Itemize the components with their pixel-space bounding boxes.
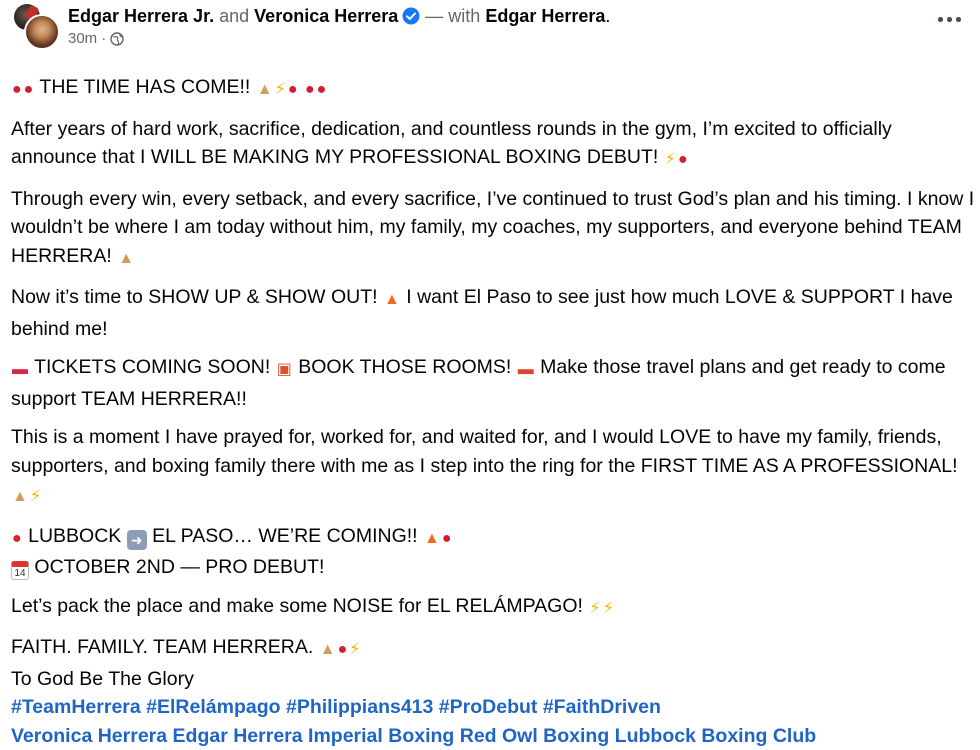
paragraph-route: ● LUBBOCK ➜ EL PASO… WE’RE COMING!! ▲● xyxy=(11,522,976,554)
boxing-glove-icon: ● xyxy=(24,76,34,105)
location-pin-icon: ● xyxy=(12,525,22,554)
tickets-text: TICKETS COMING SOON! xyxy=(34,356,270,378)
motto-text: FAITH. FAMILY. TEAM HERRERA. xyxy=(11,636,313,658)
glory-text: To God Be The Glory xyxy=(11,668,194,690)
tagged-suffix: . xyxy=(605,6,610,26)
praying-hands-icon: ▲ xyxy=(118,245,134,274)
ticket-icon: ▬ xyxy=(12,356,28,385)
paragraph-debut-announcement: After years of hard work, sacrifice, ded… xyxy=(11,115,976,175)
lightning-icon: ⚡ xyxy=(665,146,676,175)
lightning-icon: ⚡ xyxy=(603,595,614,624)
paragraph-date: 14 OCTOBER 2ND — PRO DEBUT! xyxy=(11,553,976,582)
mention-link[interactable]: Lubbock Boxing Club xyxy=(615,725,816,747)
el-paso-coming-text: EL PASO… WE’RE COMING!! xyxy=(152,525,417,547)
paragraph-announcement-title: ●● THE TIME HAS COME!! ▲⚡● ●● xyxy=(11,73,976,105)
lightning-icon: ⚡ xyxy=(589,595,600,624)
tagged-person-link[interactable]: Edgar Herrera xyxy=(485,6,605,26)
boxing-glove-icon: ● xyxy=(317,76,327,105)
more-options-icon[interactable] xyxy=(938,14,964,24)
hashtag-link[interactable]: #ElRelámpago xyxy=(146,696,280,718)
avatar-stack[interactable] xyxy=(14,4,58,50)
mention-link[interactable]: Veronica Herrera xyxy=(11,725,167,747)
boxing-glove-icon: ● xyxy=(442,525,452,554)
post-header: Edgar Herrera Jr. and Veronica Herrera —… xyxy=(68,3,920,49)
boxing-glove-icon: ● xyxy=(305,76,315,105)
praying-hands-icon: ▲ xyxy=(12,483,28,512)
lubbock-text: LUBBOCK xyxy=(28,525,121,547)
mention-line: Veronica Herrera Edgar Herrera Imperial … xyxy=(11,722,976,750)
boxing-glove-icon: ● xyxy=(12,76,22,105)
paragraph-noise: Let’s pack the place and make some NOISE… xyxy=(11,592,976,624)
post-timestamp[interactable]: 30m xyxy=(68,29,97,49)
praying-hands-icon: ▲ xyxy=(257,76,273,105)
with-text: — with xyxy=(425,6,480,26)
calendar-icon: 14 xyxy=(11,561,29,580)
verified-badge-icon xyxy=(402,7,420,25)
boxing-glove-icon: ● xyxy=(288,76,298,105)
announcement-title-text: THE TIME HAS COME!! xyxy=(39,76,250,98)
author-primary-link[interactable]: Edgar Herrera Jr. xyxy=(68,6,214,26)
rooms-text: BOOK THOSE ROOMS! xyxy=(298,356,511,378)
paragraph-faith: Through every win, every setback, and ev… xyxy=(11,185,976,274)
lightning-icon: ⚡ xyxy=(275,76,286,105)
paragraph-show-up: Now it’s time to SHOW UP & SHOW OUT! ▲ I… xyxy=(11,283,976,343)
show-up-text: Now it’s time to SHOW UP & SHOW OUT! xyxy=(11,286,378,308)
paragraph-tickets: ▬ TICKETS COMING SOON! ▣ BOOK THOSE ROOM… xyxy=(11,353,976,413)
boxing-glove-icon: ● xyxy=(338,636,348,665)
lightning-icon: ⚡ xyxy=(30,483,41,512)
hotel-icon: ▣ xyxy=(277,356,292,385)
globe-icon[interactable] xyxy=(110,32,124,46)
praying-hands-icon: ▲ xyxy=(320,636,336,665)
fire-icon: ▲ xyxy=(384,286,400,315)
lightning-icon: ⚡ xyxy=(349,636,360,665)
facebook-post: Edgar Herrera Jr. and Veronica Herrera —… xyxy=(0,0,980,738)
paragraph-motto: FAITH. FAMILY. TEAM HERRERA. ▲●⚡ xyxy=(11,633,976,665)
post-meta: 30m · xyxy=(68,29,920,49)
meta-separator: · xyxy=(101,29,106,49)
paragraph-moment: This is a moment I have prayed for, work… xyxy=(11,423,976,512)
pro-debut-date-text: OCTOBER 2ND — PRO DEBUT! xyxy=(34,556,324,578)
hashtag-link[interactable]: #ProDebut xyxy=(439,696,538,718)
author-secondary-link[interactable]: Veronica Herrera xyxy=(254,6,398,26)
hashtag-link[interactable]: #TeamHerrera xyxy=(11,696,141,718)
fire-icon: ▲ xyxy=(424,525,440,554)
mention-link[interactable]: Red Owl Boxing xyxy=(460,725,610,747)
paragraph-glory: To God Be The Glory xyxy=(11,665,976,694)
author-line: Edgar Herrera Jr. and Veronica Herrera —… xyxy=(68,3,920,29)
hashtag-link[interactable]: #FaithDriven xyxy=(543,696,661,718)
avatar-veronica-herrera[interactable] xyxy=(24,14,60,50)
right-arrow-icon: ➜ xyxy=(127,530,147,550)
post-body: ●● THE TIME HAS COME!! ▲⚡● ●● After year… xyxy=(11,73,976,750)
faith-text: Through every win, every setback, and ev… xyxy=(11,188,974,267)
mention-link[interactable]: Edgar Herrera xyxy=(173,725,303,747)
moment-text: This is a moment I have prayed for, work… xyxy=(11,426,958,477)
mention-link[interactable]: Imperial Boxing xyxy=(308,725,454,747)
car-icon: ▬ xyxy=(518,356,534,385)
hashtag-line: #TeamHerrera #ElRelámpago #Philippians41… xyxy=(11,693,976,722)
debut-announcement-text: After years of hard work, sacrifice, ded… xyxy=(11,118,892,169)
noise-text: Let’s pack the place and make some NOISE… xyxy=(11,595,583,617)
hashtag-link[interactable]: #Philippians413 xyxy=(286,696,433,718)
boxing-glove-icon: ● xyxy=(678,146,688,175)
conjunction-text: and xyxy=(219,6,249,26)
